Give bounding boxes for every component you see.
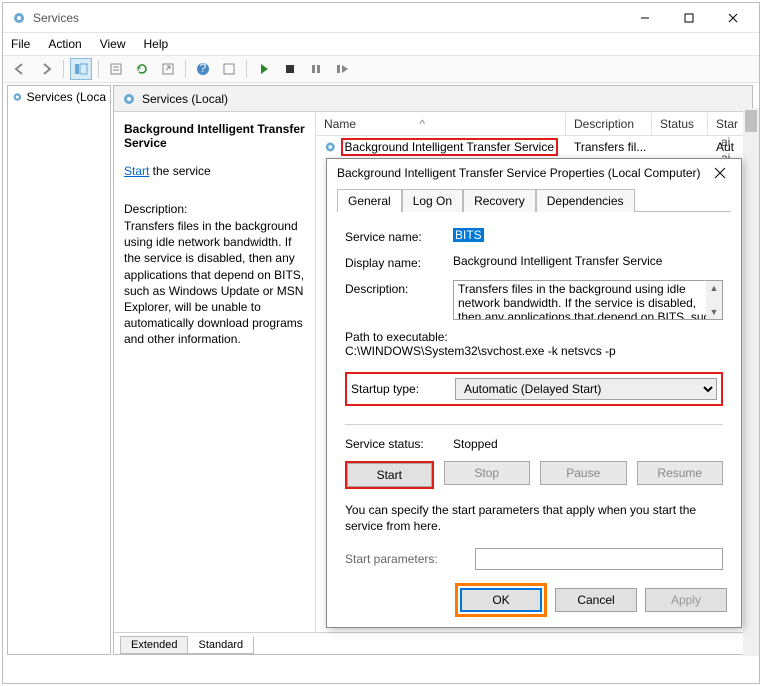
menu-file[interactable]: File [9,35,32,53]
main-header-label: Services (Local) [142,92,228,106]
start-params-input[interactable] [475,548,723,570]
tab-general[interactable]: General [337,189,402,212]
label-description: Description: [345,280,453,320]
menu-help[interactable]: Help [142,35,171,53]
start-service-line: Start the service [124,164,305,178]
tab-dependencies[interactable]: Dependencies [536,189,635,212]
list-row[interactable]: Background Intelligent Transfer Service … [316,136,752,158]
value-path: C:\WINDOWS\System32\svchost.exe -k netsv… [345,344,723,358]
dialog-title: Background Intelligent Transfer Service … [337,166,705,180]
stop-button: Stop [444,461,531,485]
detail-pane: Background Intelligent Transfer Service … [114,112,316,632]
main-header: Services (Local) [114,86,752,112]
tab-extended[interactable]: Extended [120,636,188,654]
startup-type-select[interactable]: Automatic (Delayed Start) [455,378,717,400]
col-description[interactable]: Description [566,113,652,135]
label-status: Service status: [345,437,453,451]
label-start-params: Start parameters: [345,552,475,566]
tab-recovery[interactable]: Recovery [463,189,536,212]
window-title: Services [33,11,623,25]
forward-button[interactable] [35,58,57,80]
dialog-close-button[interactable] [705,161,735,185]
start-suffix: the service [149,164,210,178]
value-service-name[interactable]: BITS [453,228,484,242]
toolbar: ? [3,55,759,83]
properties-dialog: Background Intelligent Transfer Service … [326,158,742,628]
ok-button[interactable]: OK [460,588,542,612]
bottom-tabs: Extended Standard [114,632,752,654]
gear-icon [122,92,136,106]
value-display-name: Background Intelligent Transfer Service [453,254,723,270]
startup-type-row: Startup type: Automatic (Delayed Start) [345,372,723,406]
tab-standard[interactable]: Standard [187,636,254,654]
start-button[interactable]: Start [347,463,432,487]
label-display-name: Display name: [345,254,453,270]
pause-button: Pause [540,461,627,485]
tree-node-root[interactable]: Services (Loca [12,90,106,104]
apply-button: Apply [645,588,727,612]
menubar: File Action View Help [3,33,759,55]
maximize-button[interactable] [667,4,711,32]
description-textbox[interactable]: Transfers files in the background using … [453,280,723,320]
dialog-tabs: General Log On Recovery Dependencies [337,189,731,212]
menu-view[interactable]: View [98,35,128,53]
description-scrollbar[interactable]: ▲▼ [706,281,722,319]
close-button[interactable] [711,4,755,32]
list-scrollbar[interactable] [743,108,759,656]
minimize-button[interactable] [623,4,667,32]
col-status[interactable]: Status [652,113,708,135]
start-params-note: You can specify the start parameters tha… [345,503,723,534]
services-icon [11,10,27,26]
stop-button[interactable] [279,58,301,80]
gear-icon [12,90,23,104]
service-name-heading: Background Intelligent Transfer Service [124,122,305,150]
tab-logon[interactable]: Log On [402,189,463,212]
scrollbar-thumb[interactable] [745,110,757,132]
properties-button[interactable] [105,58,127,80]
description-body: Transfers files in the background using … [124,218,305,348]
description-label: Description: [124,202,305,216]
restart-button[interactable] [331,58,353,80]
tree-node-label: Services (Loca [27,90,106,104]
list-header: Name ^ Description Status Star [316,112,752,136]
resume-button: Resume [637,461,724,485]
tree-pane[interactable]: Services (Loca [7,85,111,655]
value-status: Stopped [453,437,498,451]
dialog-footer: OK Cancel Apply [455,583,727,617]
pause-button[interactable] [305,58,327,80]
gear-icon [324,140,337,154]
export-button[interactable] [157,58,179,80]
play-button[interactable] [253,58,275,80]
dialog-titlebar[interactable]: Background Intelligent Transfer Service … [327,159,741,187]
col-name[interactable]: Name ^ [316,113,566,135]
row-name: Background Intelligent Transfer Service [341,138,558,156]
refresh-button[interactable] [131,58,153,80]
back-button[interactable] [9,58,31,80]
titlebar[interactable]: Services [3,3,759,33]
row-description: Transfers fil... [566,140,652,154]
label-path: Path to executable: [345,330,723,344]
show-hide-button[interactable] [70,58,92,80]
start-service-link[interactable]: Start [124,164,149,178]
menu-action[interactable]: Action [46,35,83,53]
label-startup: Startup type: [351,382,455,396]
label-service-name: Service name: [345,228,453,244]
svg-text:?: ? [200,62,207,75]
help-button[interactable]: ? [192,58,214,80]
dialog-body: Service name: BITS Display name: Backgro… [327,212,741,578]
help-button-2[interactable] [218,58,240,80]
cancel-button[interactable]: Cancel [555,588,637,612]
